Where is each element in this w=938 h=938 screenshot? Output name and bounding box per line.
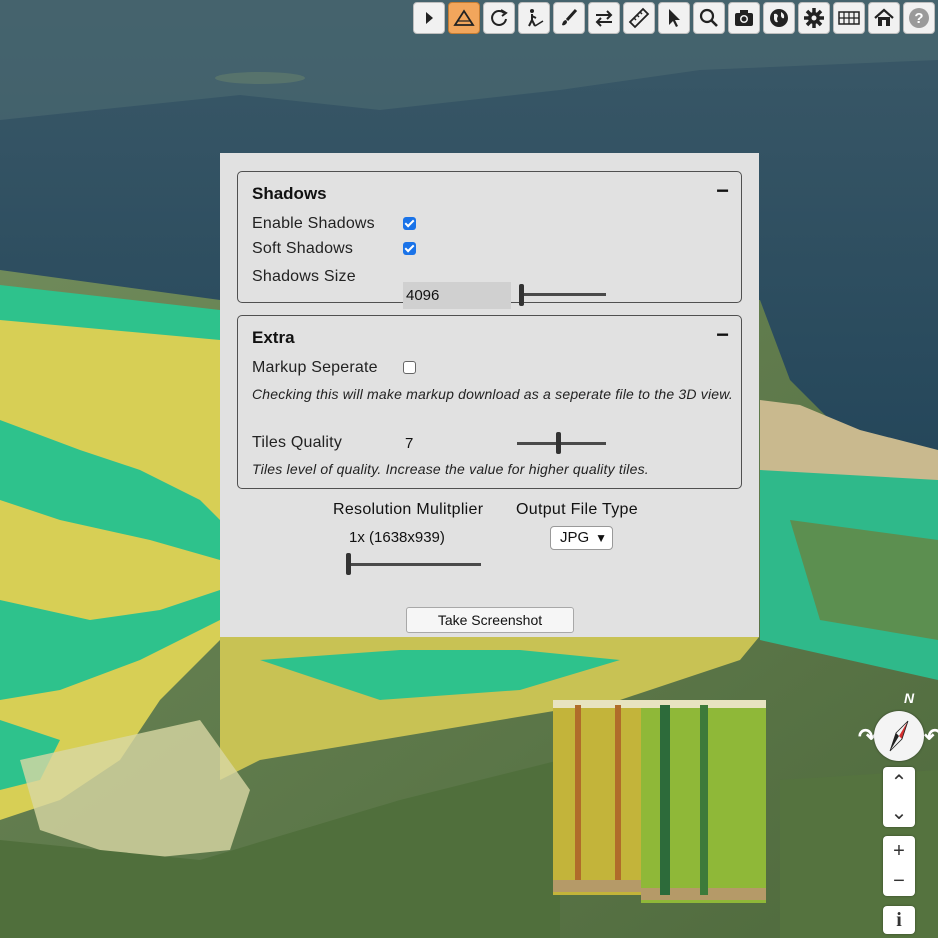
help-button[interactable]: ? — [903, 2, 935, 34]
extra-collapse-button[interactable]: − — [716, 324, 729, 346]
toolbar: ? — [413, 2, 935, 34]
markup-help-text: Checking this will make markup download … — [252, 386, 733, 402]
svg-text:?: ? — [914, 10, 923, 27]
markup-separate-checkbox[interactable] — [403, 361, 416, 374]
home-icon — [874, 8, 894, 26]
extra-title: Extra — [252, 328, 295, 347]
shadows-collapse-button[interactable]: − — [716, 180, 729, 202]
tiles-help-text: Tiles level of quality. Increase the val… — [252, 461, 649, 477]
shadows-title: Shadows — [252, 184, 327, 203]
camera-icon — [735, 10, 753, 26]
shadows-size-slider-thumb[interactable] — [519, 284, 524, 306]
resolution-slider[interactable] — [348, 563, 481, 566]
help-icon: ? — [909, 8, 929, 28]
paint-button[interactable] — [553, 2, 585, 34]
rotate-button[interactable] — [483, 2, 515, 34]
resolution-value: 1x (1638x939) — [349, 529, 445, 546]
play-button[interactable] — [413, 2, 445, 34]
home-button[interactable] — [868, 2, 900, 34]
screenshot-button[interactable] — [728, 2, 760, 34]
compass-north-label: N — [904, 690, 915, 706]
rotate-right-icon[interactable]: ↶ — [924, 724, 938, 750]
chevron-up-icon: ⌃ — [890, 771, 908, 794]
rotate-icon — [491, 9, 508, 26]
terrain-button[interactable] — [448, 2, 480, 34]
tilt-controls: ⌃ ⌄ — [883, 767, 915, 827]
chevron-down-icon: ▼ — [595, 531, 607, 545]
pointer-icon — [669, 9, 680, 27]
tiles-quality-value: 7 — [405, 435, 414, 452]
zoom-out-button[interactable]: − — [883, 866, 915, 896]
soft-shadows-label: Soft Shadows — [252, 240, 354, 257]
globe-icon — [770, 9, 788, 27]
tiles-quality-slider-thumb[interactable] — [556, 432, 561, 454]
zoom-controls: + − — [883, 836, 915, 896]
enable-shadows-label: Enable Shadows — [252, 215, 375, 232]
shadows-section: Shadows − Enable Shadows Soft Shadows Sh… — [237, 171, 742, 309]
swap-icon — [595, 10, 613, 27]
tilt-up-button[interactable]: ⌃ — [883, 767, 915, 797]
enable-shadows-checkbox[interactable] — [403, 217, 416, 230]
markup-separate-label: Markup Seperate — [252, 359, 378, 376]
search-icon — [699, 8, 718, 27]
shadows-size-label: Shadows Size — [252, 268, 356, 285]
measure-button[interactable] — [623, 2, 655, 34]
tiles-quality-label: Tiles Quality — [252, 434, 343, 451]
walk-button[interactable] — [518, 2, 550, 34]
globe-button[interactable] — [763, 2, 795, 34]
shadows-size-input[interactable]: 4096 — [403, 282, 511, 309]
select-button[interactable] — [658, 2, 690, 34]
paint-brush-icon — [562, 8, 578, 26]
output-file-type-value: JPG — [560, 529, 590, 546]
swap-button[interactable] — [588, 2, 620, 34]
search-button[interactable] — [693, 2, 725, 34]
soft-shadows-checkbox[interactable] — [403, 242, 416, 255]
terrain-icon — [453, 9, 475, 26]
output-file-type-select[interactable]: JPG ▼ — [550, 526, 613, 550]
chevron-down-icon: ⌄ — [890, 801, 908, 824]
shadows-size-slider[interactable] — [520, 293, 606, 296]
screenshot-settings-dialog: Shadows − Enable Shadows Soft Shadows Sh… — [220, 153, 759, 637]
play-icon — [426, 12, 433, 24]
gear-icon — [804, 8, 824, 28]
extra-section: Extra − Markup Seperate Checking this wi… — [237, 315, 742, 489]
grid-icon — [838, 11, 860, 25]
resolution-multiplier-label: Resolution Mulitplier — [333, 501, 484, 518]
output-file-type-label: Output File Type — [516, 501, 638, 518]
info-controls: i — [883, 906, 915, 934]
zoom-in-button[interactable]: + — [883, 836, 915, 866]
info-button[interactable]: i — [883, 906, 915, 934]
compass-needle-icon — [889, 720, 909, 752]
resolution-slider-thumb[interactable] — [346, 553, 351, 575]
grid-button[interactable] — [833, 2, 865, 34]
ruler-icon — [628, 7, 650, 29]
take-screenshot-button[interactable]: Take Screenshot — [406, 607, 574, 633]
settings-button[interactable] — [798, 2, 830, 34]
compass[interactable] — [874, 711, 924, 761]
tiles-quality-slider[interactable] — [517, 442, 606, 445]
walk-icon — [528, 9, 544, 27]
tilt-down-button[interactable]: ⌄ — [883, 797, 915, 827]
